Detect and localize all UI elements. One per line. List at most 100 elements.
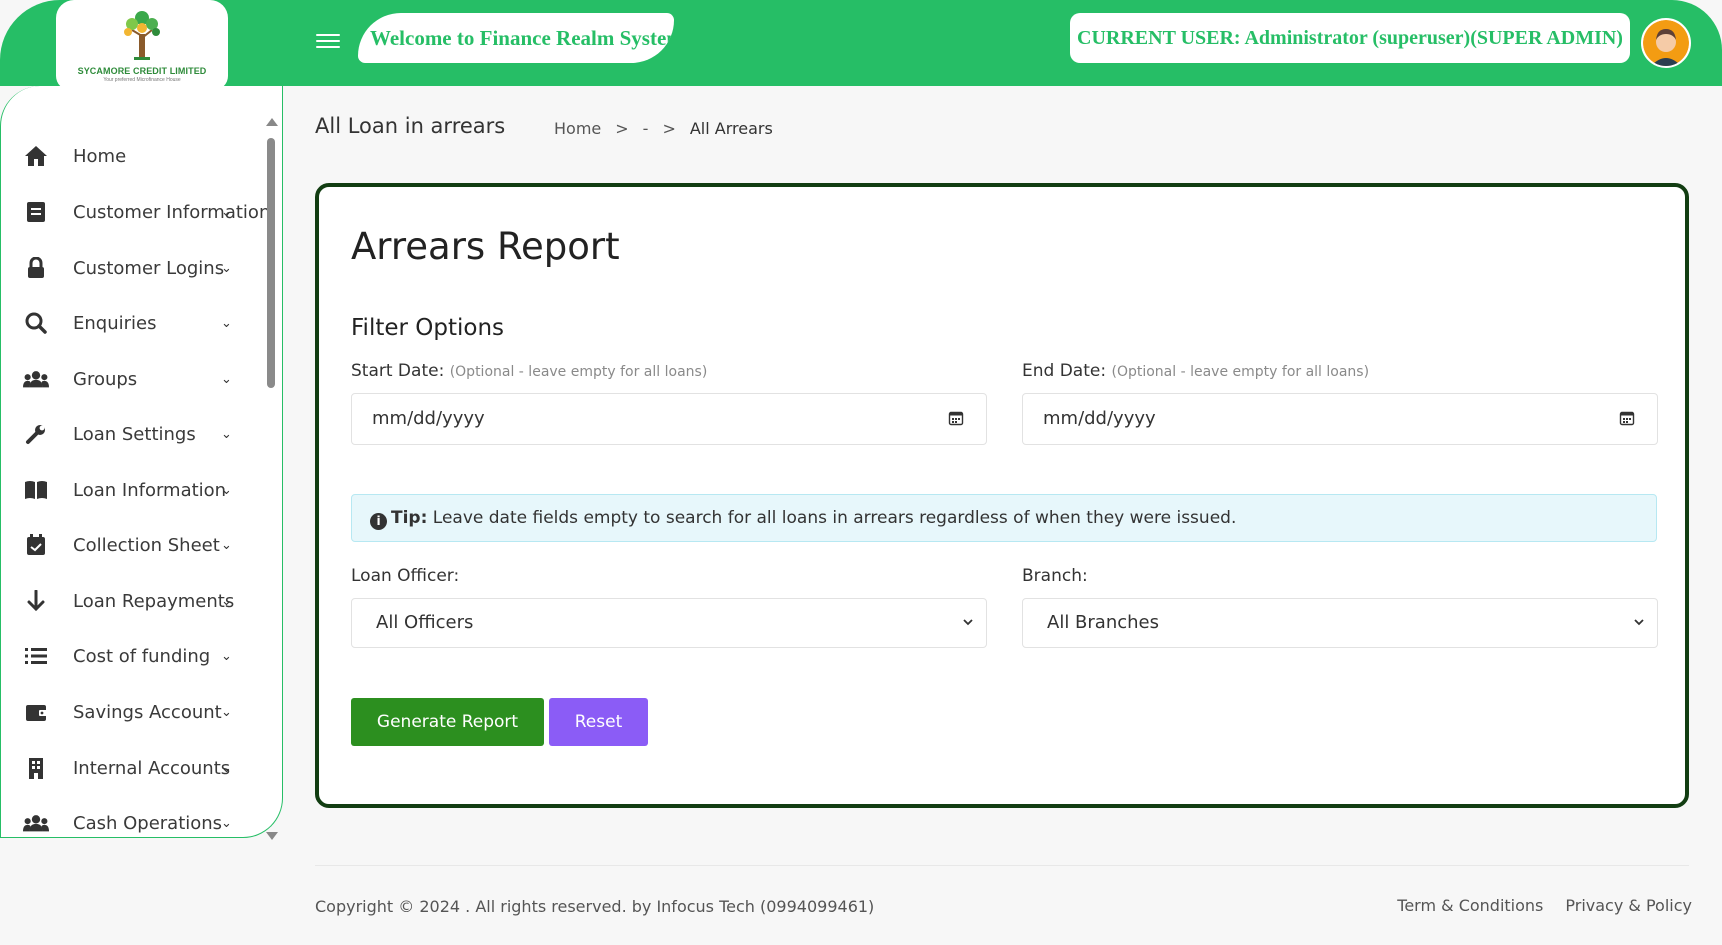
sidebar-item-cost-of-funding[interactable]: Cost of funding ⌄ bbox=[1, 628, 263, 684]
sidebar-item-loan-information[interactable]: Loan Information ⌄ bbox=[1, 462, 263, 518]
chevron-down-icon: ⌄ bbox=[221, 760, 232, 776]
footer-links: Term & Conditions Privacy & Policy bbox=[1397, 896, 1692, 915]
reset-button[interactable]: Reset bbox=[549, 698, 648, 746]
calendar-check-icon bbox=[23, 532, 49, 558]
sidebar-item-customer-information[interactable]: Customer Information ⌄ bbox=[1, 184, 270, 240]
search-icon bbox=[23, 310, 49, 336]
lock-icon bbox=[23, 255, 49, 281]
end-date-label: End Date: (Optional - leave empty for al… bbox=[1022, 361, 1369, 381]
chevron-down-icon: ⌄ bbox=[221, 482, 232, 498]
chevron-down-icon: ⌄ bbox=[221, 704, 232, 720]
sidebar: Home Customer Information ⌄ Customer Log… bbox=[0, 86, 283, 838]
arrears-report-card: Arrears Report Filter Options Start Date… bbox=[315, 183, 1689, 808]
breadcrumb-home-link[interactable]: Home bbox=[554, 119, 601, 138]
sidebar-item-internal-accounts[interactable]: Internal Accounts ⌄ bbox=[1, 740, 263, 796]
sidebar-item-collection-sheet[interactable]: Collection Sheet ⌄ bbox=[1, 517, 263, 573]
chevron-down-icon: ⌄ bbox=[221, 537, 232, 553]
sidebar-item-label: Collection Sheet bbox=[73, 534, 220, 556]
current-user-badge: CURRENT USER: Administrator (superuser)(… bbox=[1070, 13, 1630, 63]
chevron-down-icon: ⌄ bbox=[221, 204, 232, 220]
chevron-down-icon: ⌄ bbox=[221, 260, 232, 276]
users-icon bbox=[23, 366, 49, 392]
sidebar-item-label: Savings Account bbox=[73, 701, 222, 723]
branch-value: All Branches bbox=[1047, 612, 1159, 633]
document-icon bbox=[23, 199, 49, 225]
user-avatar[interactable] bbox=[1641, 18, 1691, 68]
loan-officer-value: All Officers bbox=[376, 612, 474, 633]
calendar-icon[interactable] bbox=[1619, 410, 1635, 426]
sidebar-item-groups[interactable]: Groups ⌄ bbox=[1, 351, 263, 407]
privacy-link[interactable]: Privacy & Policy bbox=[1565, 896, 1692, 915]
terms-link[interactable]: Term & Conditions bbox=[1397, 896, 1543, 915]
page-title: All Loan in arrears bbox=[315, 114, 506, 138]
company-logo[interactable]: SYCAMORE CREDIT LIMITED Your preferred M… bbox=[56, 0, 228, 90]
sidebar-item-label: Customer Information bbox=[73, 201, 271, 223]
chevron-down-icon: ⌄ bbox=[221, 426, 232, 442]
end-date-optional-note: (Optional - leave empty for all loans) bbox=[1111, 364, 1370, 380]
sidebar-item-label: Enquiries bbox=[73, 312, 157, 334]
avatar-icon bbox=[1643, 20, 1689, 66]
chevron-down-icon: ⌄ bbox=[221, 593, 232, 609]
end-date-label-text: End Date: bbox=[1022, 361, 1107, 381]
start-date-label: Start Date: (Optional - leave empty for … bbox=[351, 361, 707, 381]
footer-divider bbox=[315, 865, 1689, 866]
welcome-banner: Welcome to Finance Realm System bbox=[358, 13, 674, 63]
sidebar-item-enquiries[interactable]: Enquiries ⌄ bbox=[1, 295, 263, 351]
sidebar-item-label: Groups bbox=[73, 368, 138, 390]
sidebar-item-customer-logins[interactable]: Customer Logins ⌄ bbox=[1, 240, 263, 296]
scrollbar-thumb[interactable] bbox=[267, 138, 275, 388]
sidebar-item-label: Home bbox=[73, 145, 127, 167]
branch-select[interactable]: All Branches bbox=[1022, 598, 1658, 648]
tip-text: Leave date fields empty to search for al… bbox=[432, 508, 1237, 528]
generate-report-button[interactable]: Generate Report bbox=[351, 698, 544, 746]
info-icon: i bbox=[370, 513, 387, 530]
start-date-input[interactable]: mm/dd/yyyy bbox=[351, 393, 987, 445]
wrench-icon bbox=[23, 421, 49, 447]
chevron-down-icon bbox=[1633, 599, 1645, 667]
sidebar-scrollbar[interactable] bbox=[264, 118, 278, 840]
sidebar-item-loan-settings[interactable]: Loan Settings ⌄ bbox=[1, 406, 263, 462]
scroll-up-icon[interactable] bbox=[266, 118, 278, 126]
scroll-down-icon[interactable] bbox=[266, 832, 278, 840]
breadcrumb-separator: > bbox=[615, 119, 629, 138]
start-date-label-text: Start Date: bbox=[351, 361, 445, 381]
logo-company-name: SYCAMORE CREDIT LIMITED bbox=[77, 66, 207, 76]
sidebar-item-label: Loan Repayments bbox=[73, 590, 235, 612]
calendar-icon[interactable] bbox=[948, 410, 964, 426]
breadcrumb: Home > - > All Arrears bbox=[554, 119, 773, 138]
chevron-down-icon: ⌄ bbox=[221, 315, 232, 331]
tip-alert: i Tip: Leave date fields empty to search … bbox=[351, 494, 1657, 542]
start-date-placeholder: mm/dd/yyyy bbox=[372, 408, 485, 429]
sidebar-item-loan-repayments[interactable]: Loan Repayments ⌄ bbox=[1, 573, 263, 629]
report-title: Arrears Report bbox=[351, 225, 620, 268]
loan-officer-label: Loan Officer: bbox=[351, 566, 460, 586]
chevron-down-icon: ⌄ bbox=[221, 371, 232, 387]
chevron-down-icon: ⌄ bbox=[221, 815, 232, 831]
breadcrumb-current: All Arrears bbox=[689, 119, 773, 138]
chevron-down-icon bbox=[962, 599, 974, 667]
sidebar-item-label: Cash Operations bbox=[73, 812, 223, 834]
tip-label: Tip: bbox=[391, 508, 428, 528]
home-icon bbox=[23, 143, 49, 169]
branch-label: Branch: bbox=[1022, 566, 1088, 586]
sidebar-item-label: Cost of funding bbox=[73, 645, 211, 667]
sidebar-item-cash-operations[interactable]: Cash Operations ⌄ bbox=[1, 795, 263, 837]
end-date-placeholder: mm/dd/yyyy bbox=[1043, 408, 1156, 429]
end-date-input[interactable]: mm/dd/yyyy bbox=[1022, 393, 1658, 445]
logo-tagline: Your preferred Microfinance House bbox=[103, 77, 181, 83]
sidebar-item-label: Customer Logins bbox=[73, 257, 225, 279]
loan-officer-select[interactable]: All Officers bbox=[351, 598, 987, 648]
menu-toggle-icon[interactable] bbox=[316, 30, 340, 52]
sidebar-item-savings-account[interactable]: Savings Account ⌄ bbox=[1, 684, 263, 740]
users-icon bbox=[23, 810, 49, 836]
sidebar-item-home[interactable]: Home bbox=[1, 128, 263, 184]
list-icon bbox=[23, 643, 49, 669]
sidebar-item-label: Internal Accounts bbox=[73, 757, 231, 779]
book-icon bbox=[23, 477, 49, 503]
tree-logo-icon bbox=[124, 11, 160, 60]
copyright-text: Copyright © 2024 . All rights reserved. … bbox=[315, 897, 875, 916]
top-header: SYCAMORE CREDIT LIMITED Your preferred M… bbox=[0, 0, 1722, 90]
wallet-icon bbox=[23, 699, 49, 725]
arrow-down-icon bbox=[23, 588, 49, 614]
filter-options-heading: Filter Options bbox=[351, 315, 505, 341]
